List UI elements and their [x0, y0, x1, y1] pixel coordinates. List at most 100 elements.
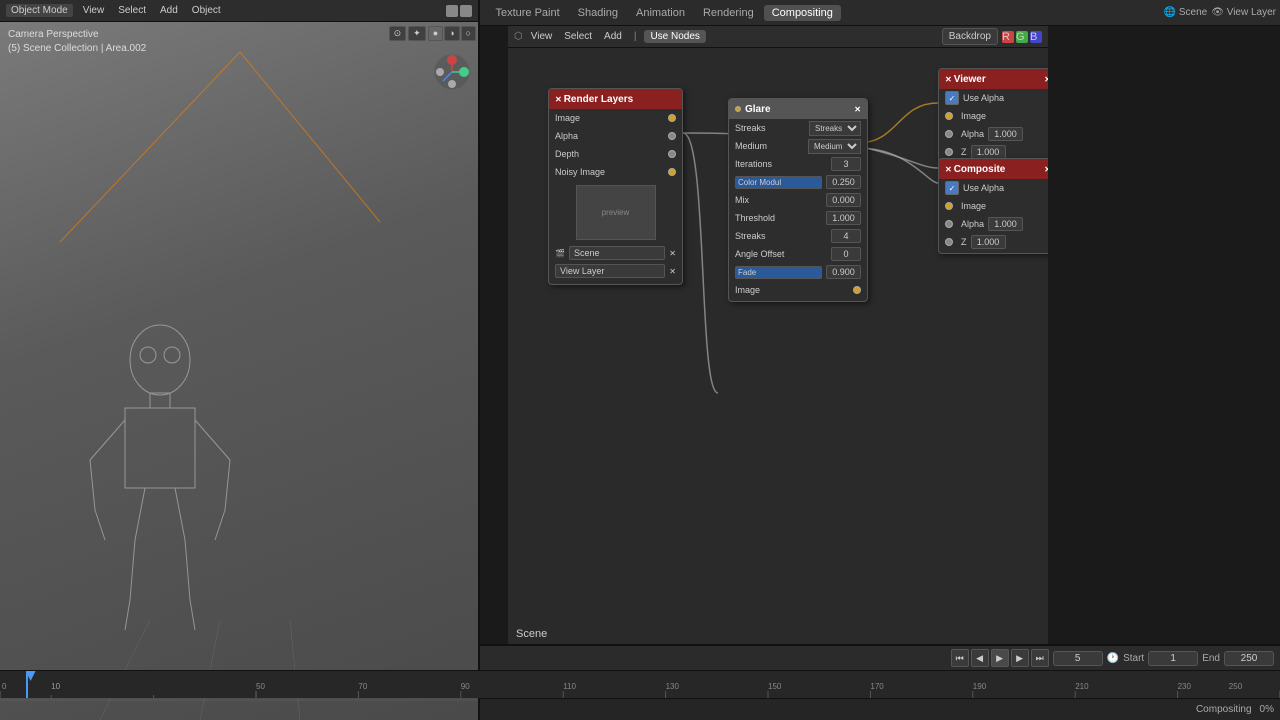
- node-editor-scene-label: Scene: [516, 628, 547, 640]
- timeline-track[interactable]: 0 10 10 50 70 90 110 130 150 170: [0, 671, 1280, 698]
- composite-z-input: Z 1.000: [939, 233, 1048, 251]
- scene-dropdown[interactable]: Scene: [569, 246, 665, 260]
- node-glare[interactable]: Glare ✕ Streaks Streaks Medium Medium: [728, 98, 868, 302]
- tab-shading[interactable]: Shading: [570, 5, 626, 21]
- robot-wireframe: [80, 300, 240, 660]
- glare-fade: Fade 0.900: [729, 263, 867, 281]
- composite-z-val[interactable]: 1.000: [971, 235, 1006, 249]
- view-layer-refresh[interactable]: ✕: [669, 267, 676, 276]
- shading-render[interactable]: ○: [461, 26, 476, 41]
- viewport-view-btn[interactable]: View: [79, 4, 109, 17]
- viewer-z-val[interactable]: 1.000: [971, 145, 1006, 159]
- fade-val[interactable]: 0.900: [826, 265, 861, 279]
- current-frame[interactable]: 5: [1053, 651, 1103, 666]
- output-dot-image[interactable]: [668, 114, 676, 122]
- viewer-close[interactable]: ✕: [1044, 75, 1048, 84]
- overlay-toggle[interactable]: ⊙: [389, 26, 407, 41]
- viewport-overlay-icon[interactable]: [446, 5, 458, 17]
- composite-alpha-dot[interactable]: [945, 220, 953, 228]
- jump-end-btn[interactable]: ⏭: [1031, 649, 1049, 667]
- composite-alpha-check[interactable]: [945, 181, 959, 195]
- streaks-val[interactable]: 4: [831, 229, 861, 243]
- tab-rendering[interactable]: Rendering: [695, 5, 762, 21]
- composite-image-dot[interactable]: [945, 202, 953, 210]
- use-nodes-btn[interactable]: Use Nodes: [644, 30, 705, 43]
- glare-angle-offset: Angle Offset 0: [729, 245, 867, 263]
- composite-alpha-val[interactable]: 1.000: [988, 217, 1023, 231]
- end-frame[interactable]: 250: [1224, 651, 1274, 666]
- viewer-image-dot[interactable]: [945, 112, 953, 120]
- mix-val[interactable]: 0.000: [826, 193, 861, 207]
- svg-text:90: 90: [461, 682, 470, 691]
- svg-text:250: 250: [1229, 682, 1243, 691]
- viewer-header: ✕ Viewer ✕: [939, 69, 1048, 89]
- node-composite[interactable]: ✕ Composite ✕ Use Alpha Image Alpha 1.00…: [938, 158, 1048, 254]
- node-add-btn[interactable]: Add: [600, 30, 626, 43]
- threshold-val[interactable]: 1.000: [826, 211, 861, 225]
- glare-close[interactable]: ✕: [854, 105, 861, 114]
- svg-text:130: 130: [666, 682, 680, 691]
- node-render-layers[interactable]: ✕ Render Layers Image Alpha Depth Noisy …: [548, 88, 683, 285]
- play-btn[interactable]: ▶: [991, 649, 1009, 667]
- node-viewlayer-row: View Layer ✕: [549, 262, 682, 280]
- node-view-btn[interactable]: View: [527, 30, 557, 43]
- viewport-add-btn[interactable]: Add: [156, 4, 182, 17]
- next-frame-btn[interactable]: ▶: [1011, 649, 1029, 667]
- node-output-noisy: Noisy Image: [549, 163, 682, 181]
- svg-text:0: 0: [2, 682, 7, 691]
- fade-field[interactable]: Fade: [735, 266, 822, 279]
- output-dot-noisy[interactable]: [668, 168, 676, 176]
- composite-image-input: Image: [939, 197, 1048, 215]
- start-frame[interactable]: 1: [1148, 651, 1198, 666]
- shading-solid[interactable]: ●: [428, 26, 443, 41]
- svg-text:70: 70: [358, 682, 367, 691]
- streaks-select[interactable]: Streaks: [809, 121, 861, 136]
- iterations-val[interactable]: 3: [831, 157, 861, 171]
- svg-text:110: 110: [563, 682, 576, 691]
- navigation-gizmo[interactable]: [432, 52, 472, 92]
- node-viewer[interactable]: ✕ Viewer ✕ Use Alpha Image Alpha 1.000: [938, 68, 1048, 164]
- node-editor-icon: ⬡: [514, 31, 523, 42]
- color-modul-field[interactable]: Color Modul: [735, 176, 822, 189]
- composite-z-dot[interactable]: [945, 238, 953, 246]
- composite-close[interactable]: ✕: [1044, 165, 1048, 174]
- gizmo-toggle[interactable]: ✦: [408, 26, 426, 41]
- timeline-ruler[interactable]: 0 10 10 50 70 90 110 130 150 170: [0, 670, 1280, 698]
- node-separator: |: [634, 31, 637, 42]
- quality-select[interactable]: Medium: [808, 139, 861, 154]
- viewport-shading-icon[interactable]: [460, 5, 472, 17]
- glare-input-dot[interactable]: [735, 106, 741, 112]
- shading-material[interactable]: ◑: [444, 26, 459, 41]
- tab-compositing[interactable]: Compositing: [764, 5, 841, 21]
- scene-refresh[interactable]: ✕: [669, 249, 676, 258]
- jump-start-btn[interactable]: ⏮: [951, 649, 969, 667]
- color-modul-val[interactable]: 0.250: [826, 175, 861, 189]
- tab-animation[interactable]: Animation: [628, 5, 693, 21]
- viewer-z-dot[interactable]: [945, 148, 953, 156]
- angle-val[interactable]: 0: [831, 247, 861, 261]
- object-mode-btn[interactable]: Object Mode: [6, 4, 73, 17]
- node-scene-row: 🎬 Scene ✕: [549, 244, 682, 262]
- backdrop-btn[interactable]: Backdrop: [942, 28, 998, 45]
- svg-text:50: 50: [256, 682, 265, 691]
- output-dot-alpha[interactable]: [668, 132, 676, 140]
- node-select-btn[interactable]: Select: [560, 30, 596, 43]
- channel-b[interactable]: B: [1030, 31, 1042, 43]
- viewport-object-btn[interactable]: Object: [188, 4, 225, 17]
- glare-output-dot[interactable]: [853, 286, 861, 294]
- camera-info: Camera Perspective (5) Scene Collection …: [8, 28, 146, 56]
- prev-frame-btn[interactable]: ◀: [971, 649, 989, 667]
- node-canvas[interactable]: ✕ Render Layers Image Alpha Depth Noisy …: [508, 48, 1048, 644]
- channel-r[interactable]: R: [1002, 31, 1014, 43]
- view-layer-dropdown[interactable]: View Layer: [555, 264, 665, 278]
- viewer-alpha-dot[interactable]: [945, 130, 953, 138]
- svg-text:10: 10: [51, 682, 60, 691]
- tab-texture-paint[interactable]: Texture Paint: [487, 5, 567, 21]
- viewer-alpha-check[interactable]: [945, 91, 959, 105]
- node-thumbnail: preview: [576, 185, 656, 240]
- viewer-alpha-val[interactable]: 1.000: [988, 127, 1023, 141]
- playhead: [26, 671, 28, 698]
- output-dot-depth[interactable]: [668, 150, 676, 158]
- channel-g[interactable]: G: [1016, 31, 1028, 43]
- viewport-select-btn[interactable]: Select: [114, 4, 150, 17]
